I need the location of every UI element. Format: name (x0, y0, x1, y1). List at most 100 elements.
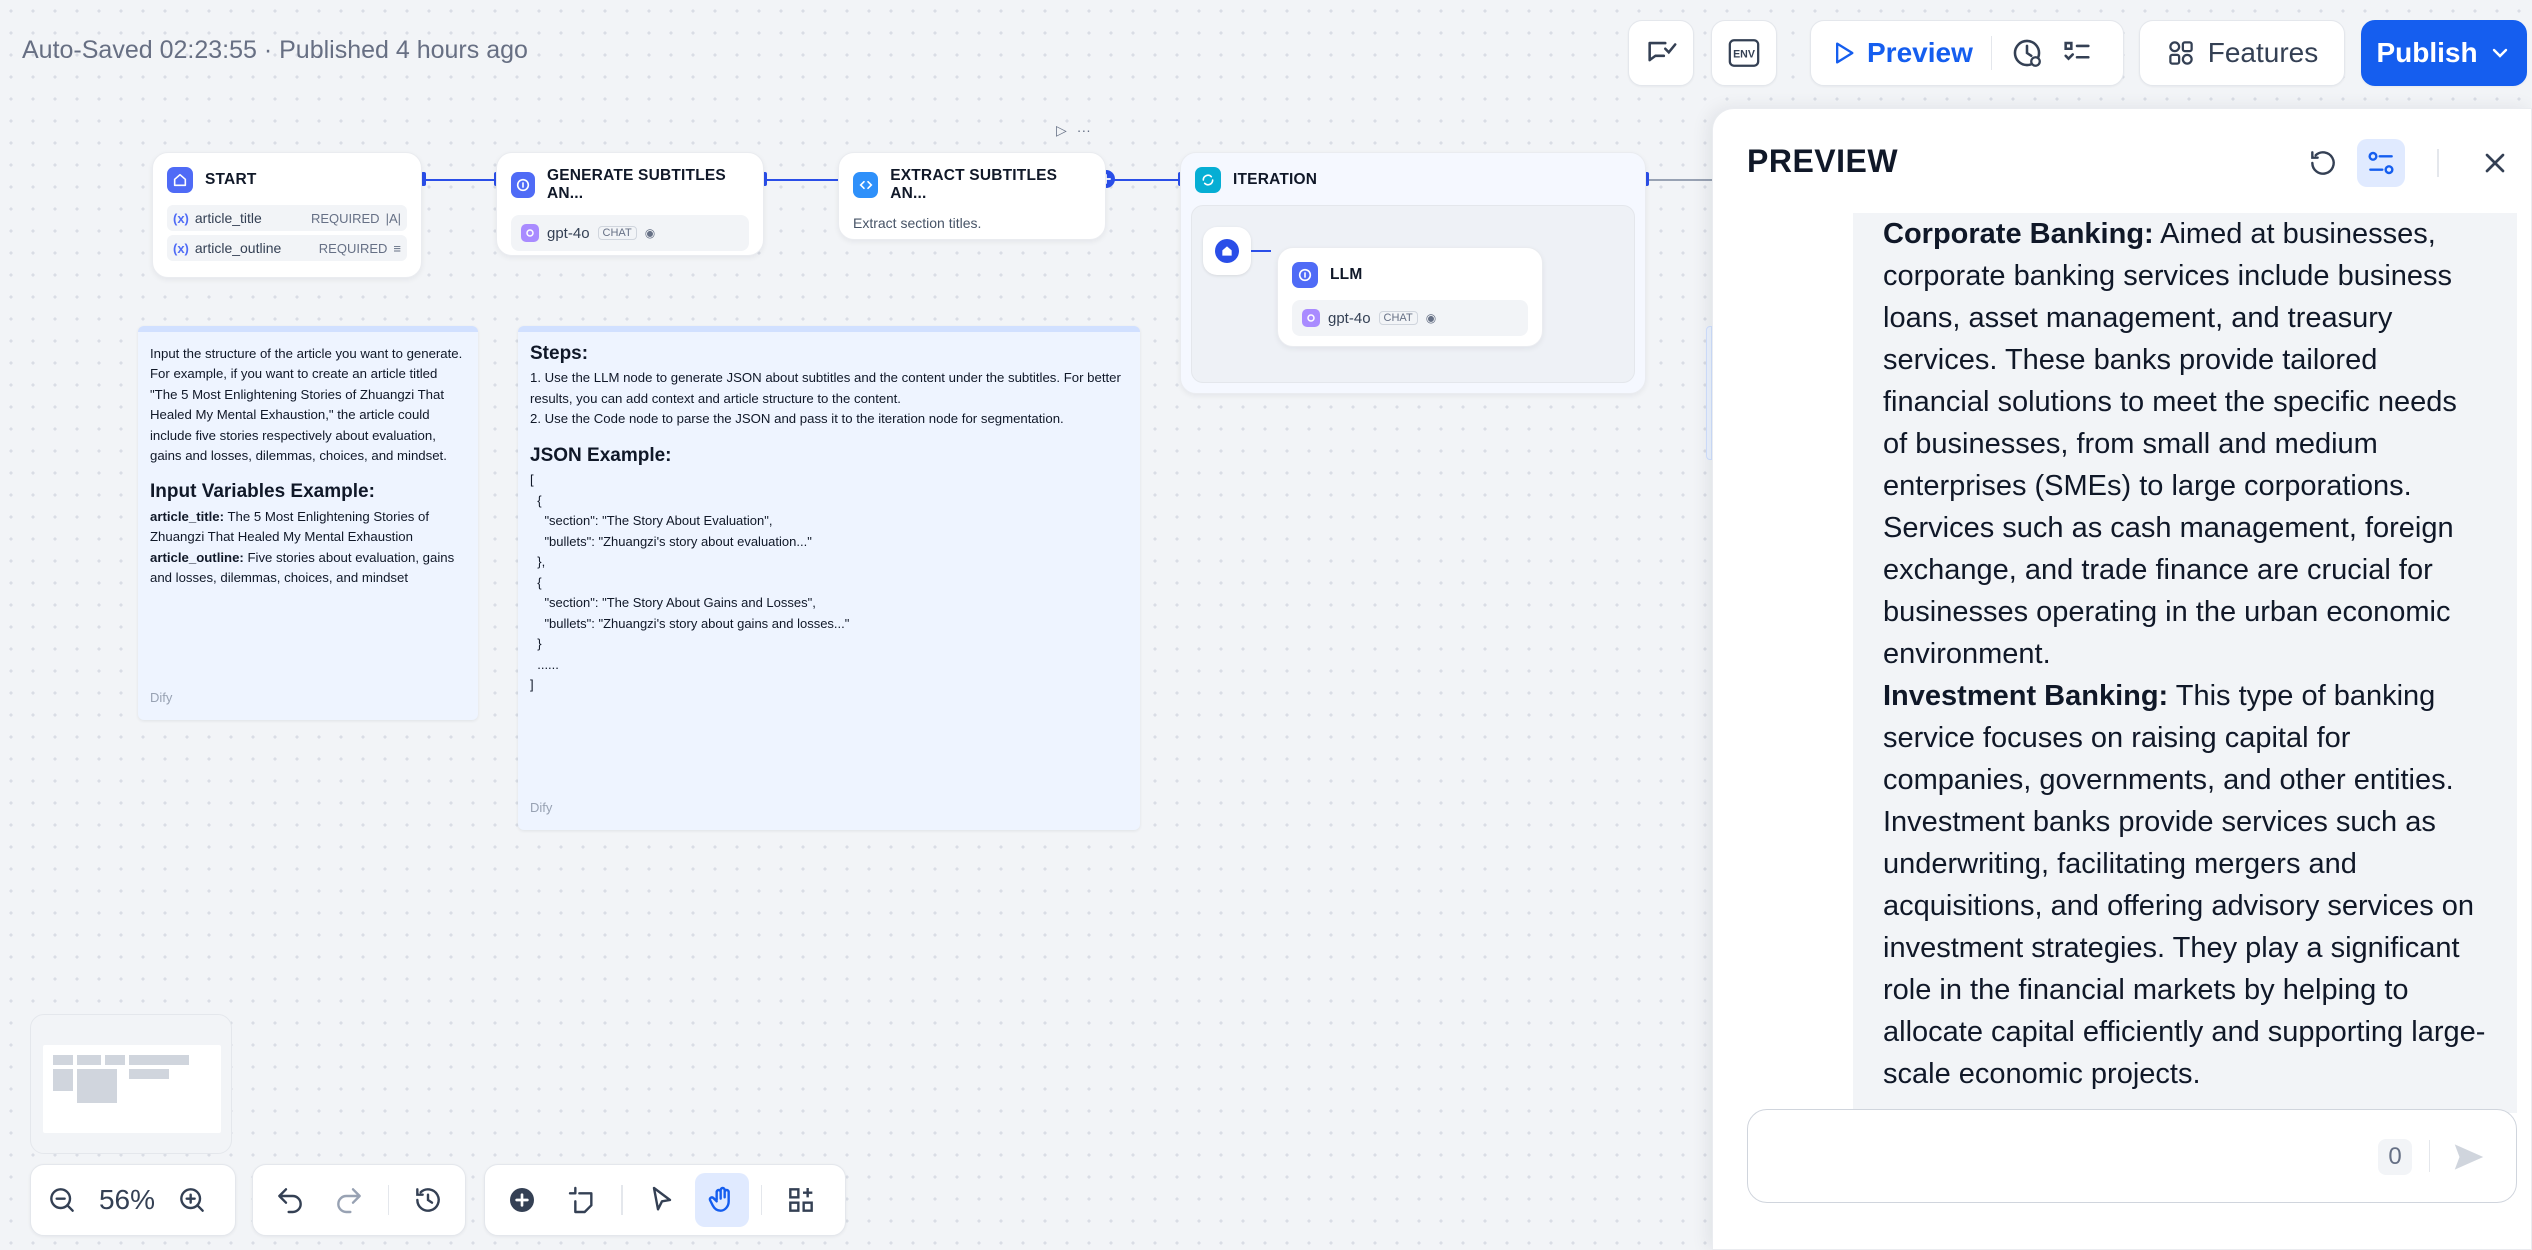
extract-node-actions: ▷ ··· (1056, 122, 1091, 139)
panel-title: PREVIEW (1747, 143, 1899, 179)
start-var-row: (x) article_outline REQUIRED ≡ (167, 235, 407, 261)
run-node-icon[interactable]: ▷ (1056, 122, 1067, 139)
message-check-icon (1648, 41, 1677, 62)
zoom-level[interactable]: 56% (89, 1184, 165, 1216)
note-right[interactable]: Steps: 1. Use the LLM node to generate J… (518, 326, 1140, 830)
organize-tool[interactable] (774, 1173, 828, 1227)
iteration-node[interactable]: ITERATION LLM gpt-4o CHAT ◉ (1180, 152, 1646, 394)
divider (1990, 36, 1993, 70)
minimap-node (129, 1069, 169, 1079)
plus-circle-icon (510, 1188, 534, 1212)
note-heading: JSON Example: (530, 444, 672, 466)
pointer-icon (652, 1186, 671, 1211)
checklist-icon[interactable] (2060, 36, 2094, 70)
svg-text:ENV: ENV (1733, 48, 1755, 60)
model-name: gpt-4o (1328, 309, 1371, 327)
note-step: 2. Use the Code node to parse the JSON a… (530, 411, 1064, 427)
add-node-tool[interactable] (495, 1173, 549, 1227)
layout-grid-icon (789, 1188, 813, 1212)
version-history-button[interactable] (401, 1173, 455, 1227)
var-required: REQUIRED (318, 240, 388, 256)
edge-iteration-next (1646, 179, 1712, 181)
restart-button[interactable] (2299, 139, 2347, 187)
edge-extract-iteration (1106, 179, 1180, 181)
save-status: Auto-Saved 02:23:55 · Published 4 hours … (22, 36, 528, 64)
openai-icon (521, 224, 539, 242)
redo-button[interactable] (323, 1173, 377, 1227)
divider (760, 1185, 762, 1215)
send-button[interactable] (2444, 1132, 2494, 1182)
minimap-node (129, 1055, 189, 1065)
llm-node[interactable]: LLM gpt-4o CHAT ◉ (1277, 247, 1543, 347)
vision-icon: ◉ (644, 226, 656, 240)
answer-heading: Investment Banking: (1883, 680, 2169, 712)
variables-icon (2368, 151, 2394, 175)
add-note-tool[interactable] (555, 1173, 609, 1227)
extract-subtitles-node[interactable]: EXTRACT SUBTITLES AN... Extract section … (838, 152, 1106, 240)
note-author: Dify (150, 689, 173, 705)
extract-node-title: EXTRACT SUBTITLES AN... (890, 167, 1058, 202)
undo-button[interactable] (263, 1173, 317, 1227)
model-chip: gpt-4o CHAT ◉ (511, 215, 749, 251)
iteration-start[interactable] (1203, 227, 1251, 275)
code-icon (853, 172, 879, 198)
answer-paragraph: Corporate Banking: Aimed at businesses, … (1883, 213, 2487, 675)
model-mode-tag: CHAT (597, 226, 637, 240)
zoom-out-icon (50, 1188, 74, 1212)
preview-button[interactable]: Preview (1867, 37, 1973, 69)
variables-button[interactable] (2357, 139, 2405, 187)
close-button[interactable] (2471, 139, 2519, 187)
preview-group: Preview (1810, 20, 2124, 86)
chevron-down-icon (2492, 48, 2507, 58)
answer-text: This type of banking service focuses on … (1883, 680, 2486, 1090)
answer-text: Aimed at businesses, corporate banking s… (1883, 218, 2457, 670)
hand-tool[interactable] (694, 1173, 749, 1227)
close-icon (2485, 153, 2505, 173)
variable-icon: (x) (173, 210, 189, 226)
minimap-node (105, 1055, 125, 1065)
vision-icon: ◉ (1425, 311, 1437, 325)
minimap[interactable] (30, 1014, 232, 1154)
minimap-node (53, 1069, 73, 1091)
zoom-toolbar: 56% (30, 1164, 236, 1236)
zoom-out-button[interactable] (41, 1173, 83, 1227)
note-key: article_title: (150, 508, 225, 524)
note-add-icon (568, 1186, 593, 1214)
publish-label: Publish (2376, 37, 2478, 68)
more-icon[interactable]: ··· (1077, 122, 1091, 139)
note-left[interactable]: Input the structure of the article you w… (138, 326, 478, 720)
answer-heading: Corporate Banking: (1883, 218, 2154, 250)
var-name: article_title (194, 210, 262, 226)
start-node[interactable]: START (x) article_title REQUIRED |A| (x)… (152, 152, 422, 278)
generate-subtitles-node[interactable]: GENERATE SUBTITLES AN... gpt-4o CHAT ◉ (496, 152, 764, 256)
iteration-icon (1195, 167, 1221, 193)
zoom-in-button[interactable] (171, 1173, 213, 1227)
chat-textarea[interactable] (1768, 1130, 2388, 1184)
features-icon (2169, 41, 2193, 65)
note-line: article_outline: Five stories about eval… (150, 548, 466, 589)
minimap-node (77, 1069, 117, 1103)
hand-icon (708, 1186, 730, 1212)
variable-icon: (x) (173, 240, 189, 256)
note-author: Dify (530, 799, 553, 815)
run-history-icon[interactable] (2010, 36, 2044, 70)
edge-generate-extract (764, 179, 840, 181)
features-label: Features (2207, 37, 2319, 68)
publish-button[interactable]: Publish (2361, 20, 2527, 86)
history-toolbar (252, 1164, 466, 1236)
home-icon (1215, 239, 1239, 263)
edge-iter-llm (1251, 250, 1271, 252)
chat-input[interactable]: 0 (1747, 1109, 2517, 1203)
send-icon (2454, 1144, 2484, 1170)
canvas-toolbar (484, 1164, 846, 1236)
zoom-in-icon (180, 1188, 204, 1212)
pointer-tool[interactable] (635, 1173, 689, 1227)
features-button[interactable]: Features (2139, 20, 2345, 86)
model-name: gpt-4o (547, 224, 590, 242)
restart-icon (2311, 151, 2335, 175)
env-icon: ENV (1728, 39, 1760, 67)
llm-node-title: LLM (1330, 266, 1363, 283)
env-button[interactable]: ENV (1711, 20, 1777, 86)
history-icon (416, 1188, 441, 1212)
checklist-button[interactable] (1628, 20, 1694, 86)
